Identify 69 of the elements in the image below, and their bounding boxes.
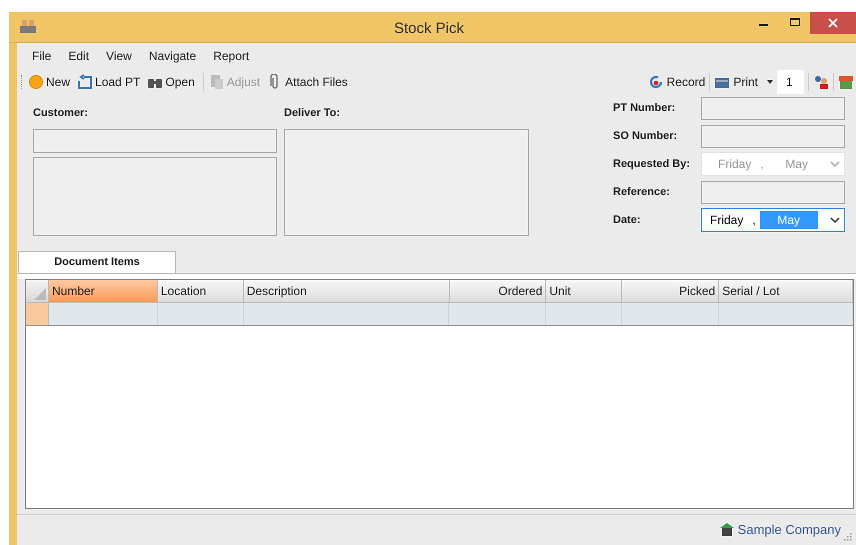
menu-item[interactable]: Navigate: [142, 47, 204, 65]
menu-item[interactable]: File: [25, 47, 58, 65]
field-label: Date:: [613, 212, 642, 228]
maximize-icon: [790, 18, 800, 26]
column-header[interactable]: Unit: [546, 280, 622, 303]
minimize-icon: [758, 24, 768, 26]
storefront-icon: [838, 74, 854, 90]
day-text: Friday: [718, 156, 752, 173]
separator: ,: [760, 156, 764, 173]
resize-grip-icon[interactable]: [844, 533, 852, 541]
field-label: SO Number:: [613, 128, 678, 144]
people-icon: [813, 74, 829, 90]
sun-icon: [28, 74, 44, 90]
new-row-cell[interactable]: [244, 303, 450, 325]
close-icon: [828, 18, 838, 28]
field-label: Reference:: [613, 184, 671, 200]
users-button[interactable]: [813, 74, 829, 90]
window-title: Stock Pick: [394, 19, 464, 39]
select-all-corner[interactable]: [26, 280, 49, 303]
column-header[interactable]: Picked: [622, 280, 720, 303]
text-field[interactable]: [701, 180, 845, 204]
customer-label: Customer:: [33, 106, 90, 121]
column-header[interactable]: Ordered: [450, 280, 546, 303]
month-text: May: [784, 156, 810, 173]
menu-item[interactable]: View: [99, 47, 139, 65]
record-icon: [648, 74, 664, 90]
customer-name-field[interactable]: [33, 129, 277, 153]
new-row-cell[interactable]: [719, 303, 854, 325]
new-row-cell[interactable]: [158, 303, 244, 325]
text-field[interactable]: [701, 124, 845, 148]
day-text: Friday: [710, 212, 744, 229]
close-button[interactable]: [810, 12, 856, 34]
column-header[interactable]: Location: [158, 280, 244, 303]
new-row-cell[interactable]: [622, 303, 720, 325]
row-selector[interactable]: [26, 303, 49, 325]
chevron-down-icon[interactable]: [830, 216, 840, 224]
date-field[interactable]: Friday , May: [701, 208, 845, 232]
print-button[interactable]: Print: [714, 73, 773, 91]
menu-item[interactable]: Edit: [61, 47, 96, 65]
column-header[interactable]: Description: [244, 280, 450, 303]
triangle-icon: [34, 288, 46, 300]
printer-icon: [19, 19, 37, 35]
caret-icon: [767, 80, 773, 84]
text-field[interactable]: [701, 96, 845, 120]
toolbar-button[interactable]: New: [26, 73, 72, 91]
company-link[interactable]: Sample Company: [718, 520, 841, 540]
customer-address-box[interactable]: [33, 157, 277, 236]
toolbar-button[interactable]: Open: [145, 73, 197, 91]
new-row-cell[interactable]: [546, 303, 622, 325]
column-header[interactable]: Number: [48, 280, 158, 303]
field-label: PT Number:: [613, 100, 676, 116]
separator: ,: [752, 212, 756, 229]
return-arrow-icon: [77, 74, 94, 90]
new-row-cell[interactable]: [449, 303, 546, 325]
document-icon: [208, 74, 225, 90]
toolbar-button[interactable]: Load PT: [75, 73, 142, 91]
building-icon: [718, 522, 735, 538]
deliver-to-label: Deliver To:: [284, 106, 342, 121]
toolbar-button[interactable]: Attach Files: [265, 73, 350, 91]
record-button[interactable]: Record: [648, 73, 706, 91]
tab[interactable]: Document Items: [18, 251, 176, 273]
new-row-cell[interactable]: [48, 303, 158, 325]
column-header[interactable]: Serial / Lot: [719, 280, 854, 303]
deliver-to-box[interactable]: [284, 129, 529, 236]
month-text: May: [760, 211, 818, 229]
menu-item[interactable]: Report: [206, 47, 256, 65]
field-label: Requested By:: [613, 156, 692, 172]
store-button[interactable]: [838, 74, 854, 90]
copies-field[interactable]: 1: [777, 70, 804, 94]
